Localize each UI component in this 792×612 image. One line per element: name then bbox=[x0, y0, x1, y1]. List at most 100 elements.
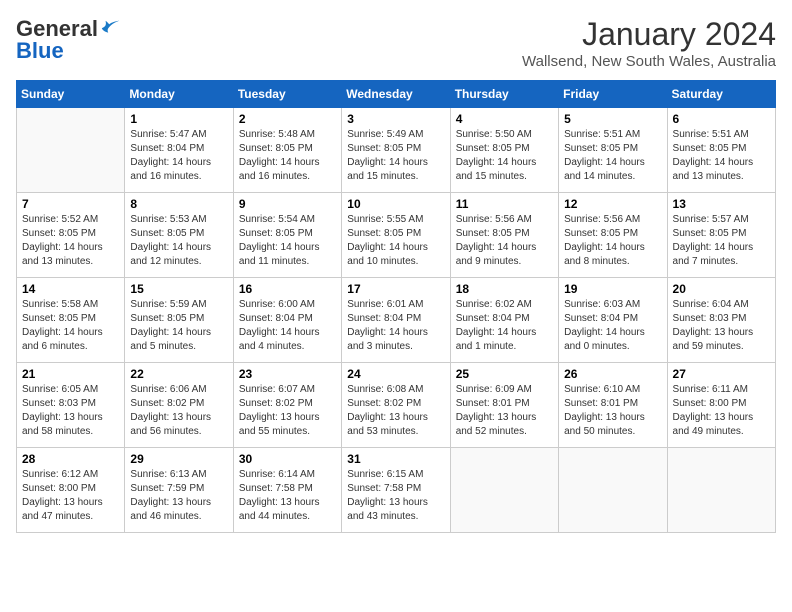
day-info: Sunrise: 5:58 AM Sunset: 8:05 PM Dayligh… bbox=[22, 298, 119, 354]
day-info: Sunrise: 6:12 AM Sunset: 8:00 PM Dayligh… bbox=[22, 468, 119, 524]
day-info: Sunrise: 5:59 AM Sunset: 8:05 PM Dayligh… bbox=[130, 298, 227, 354]
calendar-cell bbox=[17, 108, 125, 193]
day-info: Sunrise: 6:15 AM Sunset: 7:58 PM Dayligh… bbox=[347, 468, 444, 524]
day-number: 15 bbox=[130, 282, 227, 296]
day-number: 13 bbox=[673, 197, 770, 211]
day-number: 20 bbox=[673, 282, 770, 296]
day-info: Sunrise: 6:09 AM Sunset: 8:01 PM Dayligh… bbox=[456, 383, 553, 439]
calendar-cell: 14 Sunrise: 5:58 AM Sunset: 8:05 PM Dayli… bbox=[17, 278, 125, 363]
day-number: 9 bbox=[239, 197, 336, 211]
weekday-header: Thursday bbox=[450, 81, 558, 108]
day-info: Sunrise: 5:54 AM Sunset: 8:05 PM Dayligh… bbox=[239, 213, 336, 269]
calendar-cell: 29 Sunrise: 6:13 AM Sunset: 7:59 PM Dayli… bbox=[125, 448, 233, 533]
day-info: Sunrise: 5:47 AM Sunset: 8:04 PM Dayligh… bbox=[130, 128, 227, 184]
bird-icon bbox=[100, 18, 122, 40]
location: Wallsend, New South Wales, Australia bbox=[522, 53, 776, 70]
day-info: Sunrise: 5:56 AM Sunset: 8:05 PM Dayligh… bbox=[456, 213, 553, 269]
calendar-cell: 10 Sunrise: 5:55 AM Sunset: 8:05 PM Dayli… bbox=[342, 193, 450, 278]
day-number: 16 bbox=[239, 282, 336, 296]
day-number: 14 bbox=[22, 282, 119, 296]
calendar-cell: 28 Sunrise: 6:12 AM Sunset: 8:00 PM Dayli… bbox=[17, 448, 125, 533]
day-info: Sunrise: 6:07 AM Sunset: 8:02 PM Dayligh… bbox=[239, 383, 336, 439]
day-number: 12 bbox=[564, 197, 661, 211]
calendar-cell: 25 Sunrise: 6:09 AM Sunset: 8:01 PM Dayli… bbox=[450, 363, 558, 448]
calendar-cell: 5 Sunrise: 5:51 AM Sunset: 8:05 PM Daylig… bbox=[559, 108, 667, 193]
day-number: 17 bbox=[347, 282, 444, 296]
day-number: 25 bbox=[456, 367, 553, 381]
calendar-cell: 27 Sunrise: 6:11 AM Sunset: 8:00 PM Dayli… bbox=[667, 363, 775, 448]
logo: General Blue bbox=[16, 16, 124, 64]
day-number: 27 bbox=[673, 367, 770, 381]
day-number: 8 bbox=[130, 197, 227, 211]
calendar-cell bbox=[667, 448, 775, 533]
day-number: 31 bbox=[347, 452, 444, 466]
day-info: Sunrise: 6:11 AM Sunset: 8:00 PM Dayligh… bbox=[673, 383, 770, 439]
day-number: 6 bbox=[673, 112, 770, 126]
calendar-cell: 16Sunrise: 6:00 AM Sunset: 8:04 PM Dayli… bbox=[233, 278, 341, 363]
day-number: 21 bbox=[22, 367, 119, 381]
day-number: 29 bbox=[130, 452, 227, 466]
day-number: 2 bbox=[239, 112, 336, 126]
calendar-cell: 31 Sunrise: 6:15 AM Sunset: 7:58 PM Dayli… bbox=[342, 448, 450, 533]
weekday-header: Sunday bbox=[17, 81, 125, 108]
day-number: 10 bbox=[347, 197, 444, 211]
calendar-cell: 21 Sunrise: 6:05 AM Sunset: 8:03 PM Dayli… bbox=[17, 363, 125, 448]
day-info: Sunrise: 6:13 AM Sunset: 7:59 PM Dayligh… bbox=[130, 468, 227, 524]
day-info: Sunrise: 6:14 AM Sunset: 7:58 PM Dayligh… bbox=[239, 468, 336, 524]
day-number: 30 bbox=[239, 452, 336, 466]
day-info: Sunrise: 5:53 AM Sunset: 8:05 PM Dayligh… bbox=[130, 213, 227, 269]
calendar-cell: 24 Sunrise: 6:08 AM Sunset: 8:02 PM Dayli… bbox=[342, 363, 450, 448]
day-number: 11 bbox=[456, 197, 553, 211]
day-number: 3 bbox=[347, 112, 444, 126]
calendar-cell: 7 Sunrise: 5:52 AM Sunset: 8:05 PM Daylig… bbox=[17, 193, 125, 278]
calendar-cell: 2 Sunrise: 5:48 AM Sunset: 8:05 PM Daylig… bbox=[233, 108, 341, 193]
day-info: Sunrise: 5:50 AM Sunset: 8:05 PM Dayligh… bbox=[456, 128, 553, 184]
title-area: January 2024 Wallsend, New South Wales, … bbox=[522, 16, 776, 70]
day-info: Sunrise: 6:05 AM Sunset: 8:03 PM Dayligh… bbox=[22, 383, 119, 439]
page-header: General Blue January 2024 Wallsend, New … bbox=[16, 16, 776, 70]
day-number: 22 bbox=[130, 367, 227, 381]
day-info: Sunrise: 5:49 AM Sunset: 8:05 PM Dayligh… bbox=[347, 128, 444, 184]
weekday-header: Tuesday bbox=[233, 81, 341, 108]
calendar-cell: 23 Sunrise: 6:07 AM Sunset: 8:02 PM Dayli… bbox=[233, 363, 341, 448]
weekday-header: Saturday bbox=[667, 81, 775, 108]
weekday-header: Friday bbox=[559, 81, 667, 108]
calendar-cell: 9 Sunrise: 5:54 AM Sunset: 8:05 PM Daylig… bbox=[233, 193, 341, 278]
calendar-cell: 20 Sunrise: 6:04 AM Sunset: 8:03 PM Dayli… bbox=[667, 278, 775, 363]
day-number: 23 bbox=[239, 367, 336, 381]
day-info: Sunrise: 5:48 AM Sunset: 8:05 PM Dayligh… bbox=[239, 128, 336, 184]
day-number: 28 bbox=[22, 452, 119, 466]
calendar-cell: 12 Sunrise: 5:56 AM Sunset: 8:05 PM Dayli… bbox=[559, 193, 667, 278]
day-info: Sunrise: 6:10 AM Sunset: 8:01 PM Dayligh… bbox=[564, 383, 661, 439]
day-info: Sunrise: 5:51 AM Sunset: 8:05 PM Dayligh… bbox=[564, 128, 661, 184]
day-info: Sunrise: 6:03 AM Sunset: 8:04 PM Dayligh… bbox=[564, 298, 661, 354]
day-info: Sunrise: 6:08 AM Sunset: 8:02 PM Dayligh… bbox=[347, 383, 444, 439]
day-number: 5 bbox=[564, 112, 661, 126]
day-info: Sunrise: 6:02 AM Sunset: 8:04 PM Dayligh… bbox=[456, 298, 553, 354]
day-info: Sunrise: 6:01 AM Sunset: 8:04 PM Dayligh… bbox=[347, 298, 444, 354]
day-info: Sunrise: 5:52 AM Sunset: 8:05 PM Dayligh… bbox=[22, 213, 119, 269]
calendar-cell: 8 Sunrise: 5:53 AM Sunset: 8:05 PM Daylig… bbox=[125, 193, 233, 278]
calendar-cell: 15 Sunrise: 5:59 AM Sunset: 8:05 PM Dayli… bbox=[125, 278, 233, 363]
calendar-cell bbox=[450, 448, 558, 533]
day-number: 24 bbox=[347, 367, 444, 381]
calendar-cell: 17 Sunrise: 6:01 AM Sunset: 8:04 PM Dayli… bbox=[342, 278, 450, 363]
day-number: 7 bbox=[22, 197, 119, 211]
calendar-cell: 22Sunrise: 6:06 AM Sunset: 8:02 PM Dayli… bbox=[125, 363, 233, 448]
day-info: Sunrise: 6:04 AM Sunset: 8:03 PM Dayligh… bbox=[673, 298, 770, 354]
day-number: 19 bbox=[564, 282, 661, 296]
day-number: 26 bbox=[564, 367, 661, 381]
weekday-header: Wednesday bbox=[342, 81, 450, 108]
logo-blue: Blue bbox=[16, 38, 64, 64]
calendar-cell: 3 Sunrise: 5:49 AM Sunset: 8:05 PM Daylig… bbox=[342, 108, 450, 193]
day-info: Sunrise: 5:56 AM Sunset: 8:05 PM Dayligh… bbox=[564, 213, 661, 269]
calendar-cell: 26 Sunrise: 6:10 AM Sunset: 8:01 PM Dayli… bbox=[559, 363, 667, 448]
calendar-cell: 11 Sunrise: 5:56 AM Sunset: 8:05 PM Dayli… bbox=[450, 193, 558, 278]
day-number: 4 bbox=[456, 112, 553, 126]
month-title: January 2024 bbox=[522, 16, 776, 53]
calendar-cell: 4 Sunrise: 5:50 AM Sunset: 8:05 PM Daylig… bbox=[450, 108, 558, 193]
calendar-cell: 13Sunrise: 5:57 AM Sunset: 8:05 PM Dayli… bbox=[667, 193, 775, 278]
day-number: 18 bbox=[456, 282, 553, 296]
day-info: Sunrise: 5:55 AM Sunset: 8:05 PM Dayligh… bbox=[347, 213, 444, 269]
calendar-cell: 18 Sunrise: 6:02 AM Sunset: 8:04 PM Dayli… bbox=[450, 278, 558, 363]
